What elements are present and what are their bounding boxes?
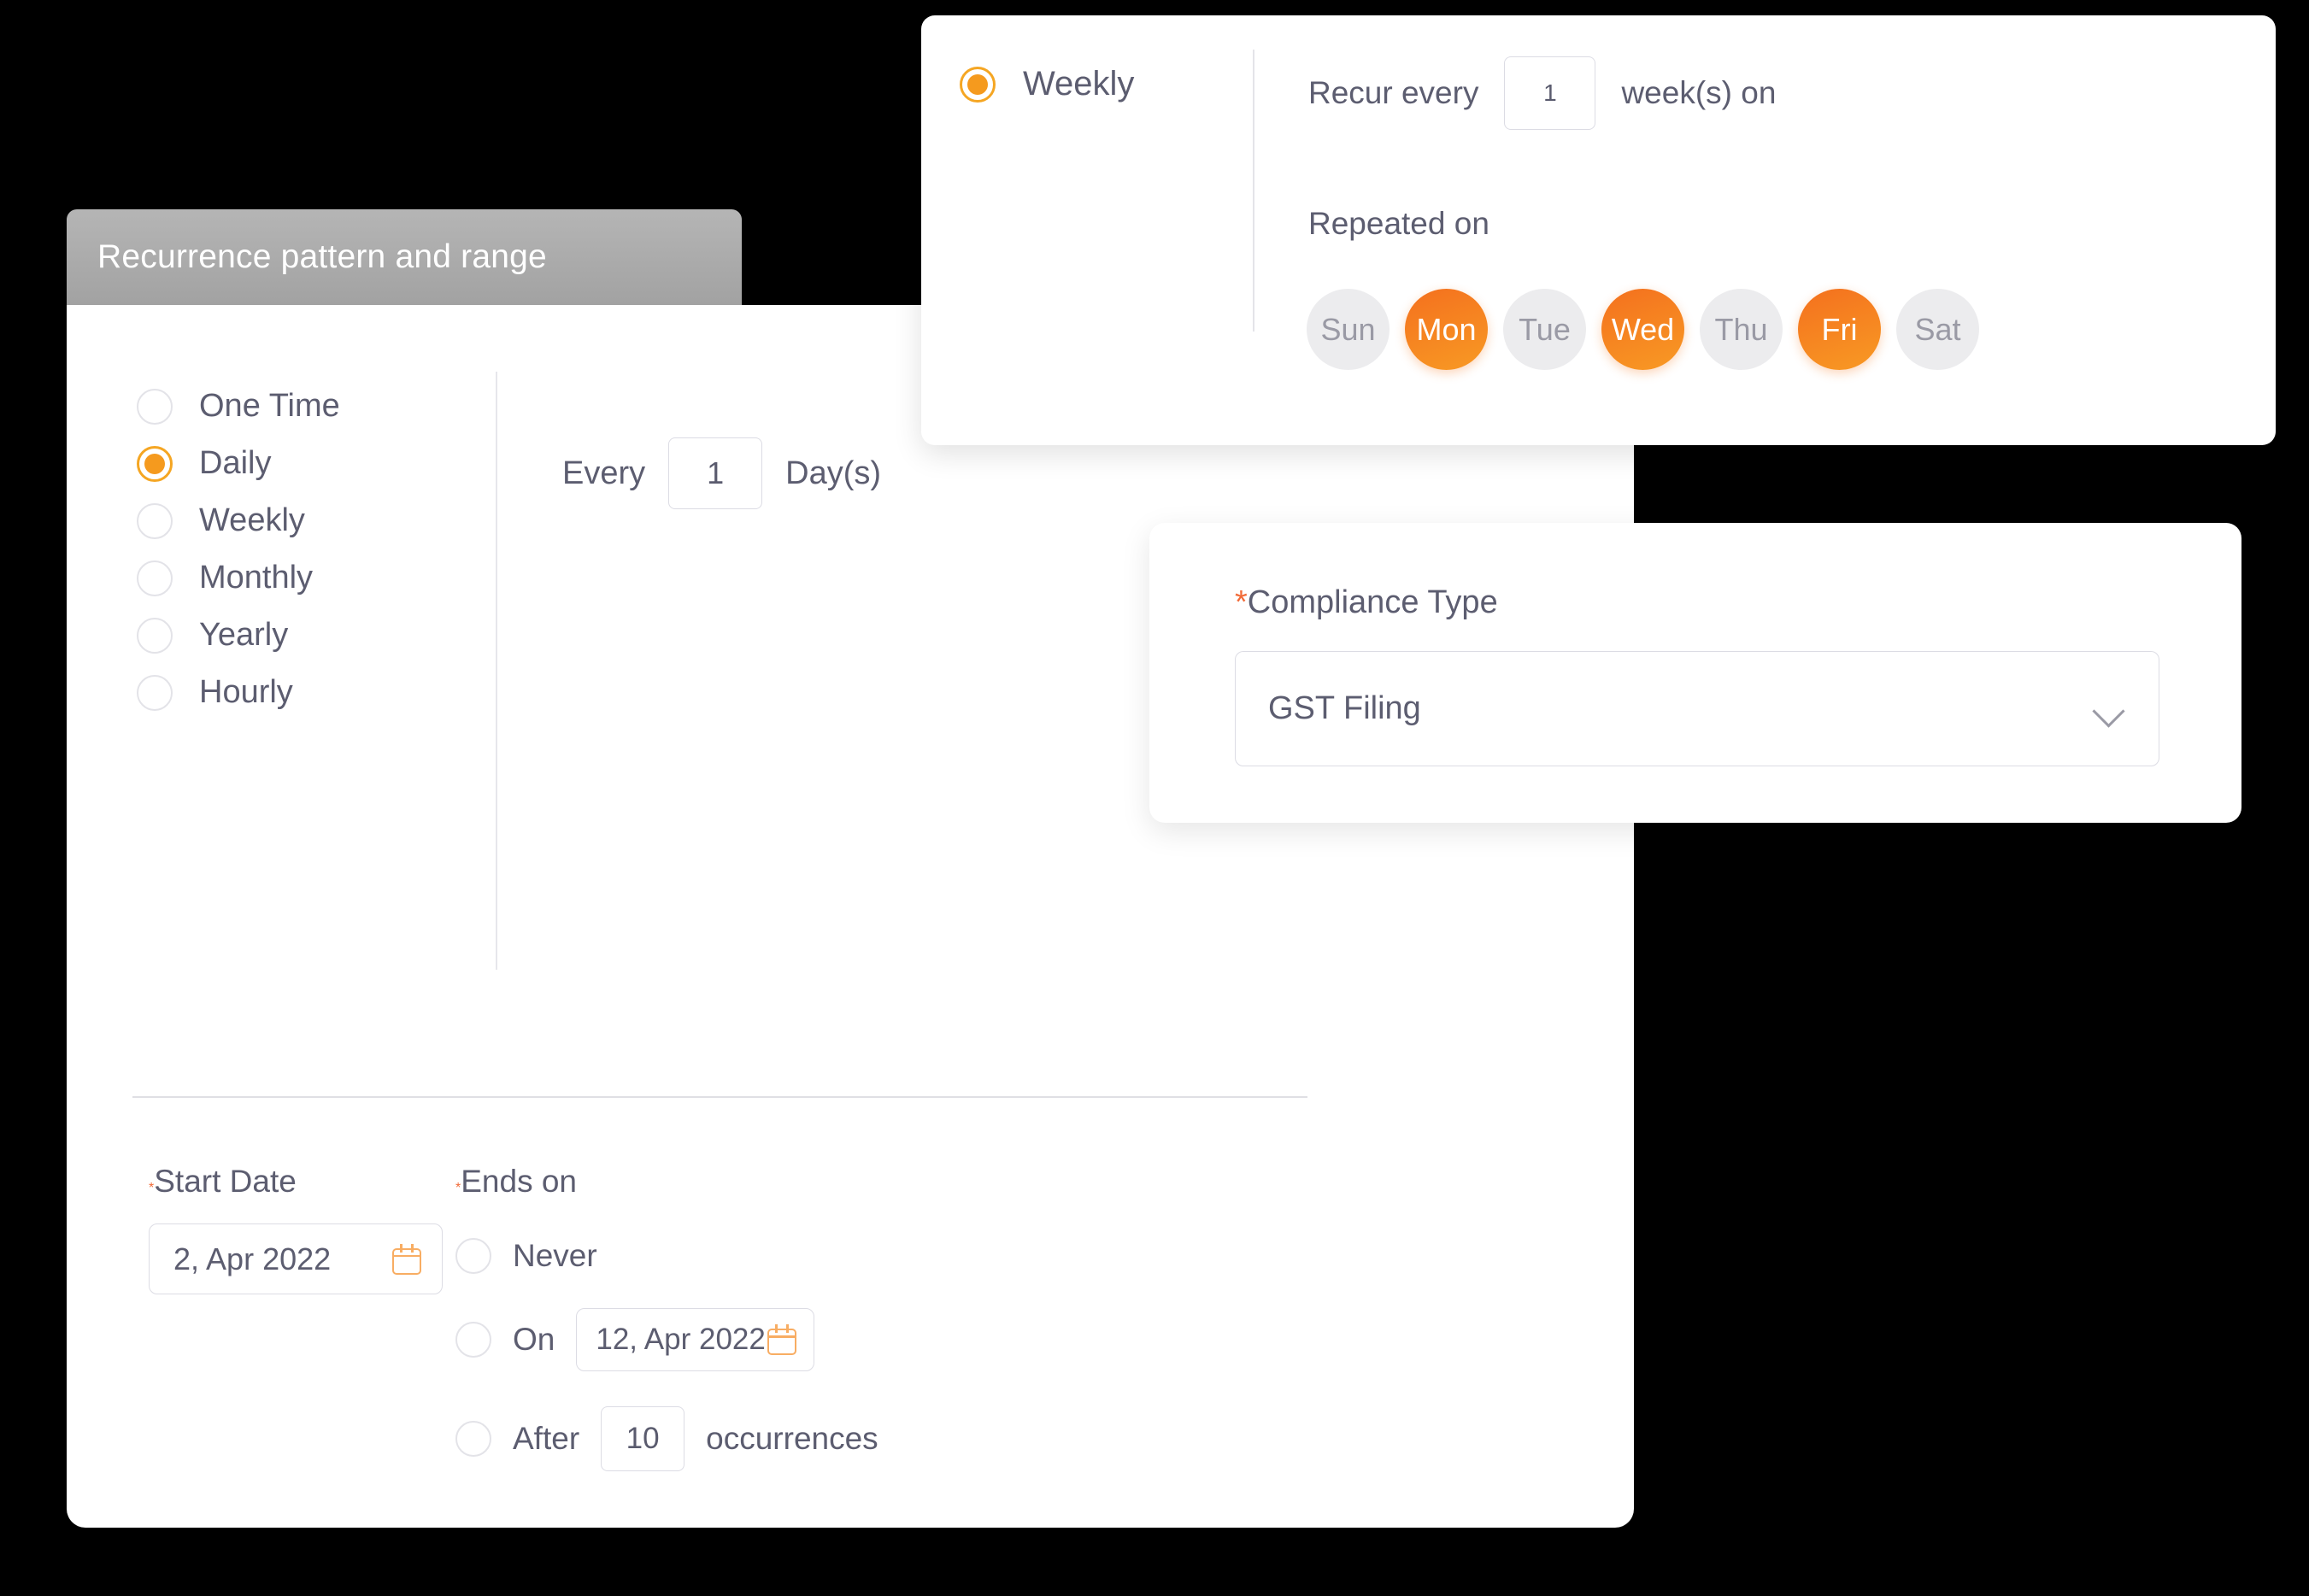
radio-label-daily: Daily <box>199 445 272 481</box>
day-chip-wed[interactable]: Wed <box>1601 289 1684 370</box>
compliance-type-label: Compliance Type <box>1247 584 1498 620</box>
radio-label-one-time: One Time <box>199 388 340 424</box>
recur-every-prefix-label: Recur every <box>1308 75 1479 110</box>
weekly-vertical-divider <box>1253 50 1254 332</box>
recur-every-suffix-label: week(s) on <box>1621 75 1777 110</box>
ends-on-date-input[interactable]: 12, Apr 2022 <box>576 1308 815 1371</box>
calendar-icon[interactable] <box>767 1324 797 1355</box>
every-interval-input[interactable]: 1 <box>668 437 763 509</box>
radio-option-weekly[interactable]: Weekly <box>137 492 496 549</box>
occurrences-suffix-label: occurrences <box>706 1421 878 1456</box>
recurrence-panel-body: One Time Daily Weekly Monthly Yearly Hou <box>67 305 1634 1528</box>
radio-option-ends-after[interactable]: After 10 occurrences <box>455 1405 878 1473</box>
radio-label-ends-on: On <box>513 1322 555 1357</box>
radio-indicator-ends-after[interactable] <box>455 1421 491 1457</box>
radio-indicator-one-time[interactable] <box>137 388 173 425</box>
radio-label-weekly: Weekly <box>199 502 305 538</box>
radio-option-weekly-card[interactable]: Weekly <box>960 65 1134 103</box>
radio-indicator-hourly[interactable] <box>137 674 173 711</box>
compliance-type-label-wrap: *Compliance Type <box>1235 584 1498 621</box>
day-chip-tue[interactable]: Tue <box>1503 289 1586 370</box>
radio-option-ends-on[interactable]: On 12, Apr 2022 <box>455 1306 878 1374</box>
radio-indicator-daily[interactable] <box>137 445 173 482</box>
radio-indicator-ends-never[interactable] <box>455 1238 491 1274</box>
weekly-recurrence-card: Weekly Recur every 1 week(s) on Repeated… <box>921 15 2276 445</box>
vertical-divider <box>496 372 497 970</box>
every-prefix-label: Every <box>562 455 646 491</box>
occurrences-input[interactable]: 10 <box>601 1406 685 1471</box>
horizontal-divider <box>132 1096 1307 1098</box>
radio-indicator-weekly[interactable] <box>137 502 173 539</box>
day-chip-sat[interactable]: Sat <box>1896 289 1979 370</box>
start-date-group: *Start Date 2, Apr 2022 <box>149 1164 443 1294</box>
panel-header-tab: Recurrence pattern and range <box>67 209 742 305</box>
radio-option-monthly[interactable]: Monthly <box>137 549 496 607</box>
page-title: Recurrence pattern and range <box>97 238 547 275</box>
repeated-on-label: Repeated on <box>1308 206 1489 241</box>
ends-on-label-wrap: *Ends on <box>455 1164 878 1200</box>
radio-label-ends-after: After <box>513 1421 580 1456</box>
radio-option-yearly[interactable]: Yearly <box>137 607 496 664</box>
start-date-label-wrap: *Start Date <box>149 1164 443 1200</box>
day-chip-thu[interactable]: Thu <box>1700 289 1783 370</box>
radio-label-hourly: Hourly <box>199 674 293 710</box>
day-of-week-selector: Sun Mon Tue Wed Thu Fri Sat <box>1307 289 1979 370</box>
day-chip-mon[interactable]: Mon <box>1405 289 1488 370</box>
calendar-icon[interactable] <box>392 1243 421 1275</box>
radio-indicator-weekly-card[interactable] <box>960 66 996 103</box>
compliance-type-select[interactable]: GST Filing <box>1235 651 2159 766</box>
radio-option-ends-never[interactable]: Never <box>455 1225 878 1287</box>
start-date-value: 2, Apr 2022 <box>173 1241 332 1276</box>
radio-label-ends-never: Never <box>513 1238 597 1273</box>
ends-on-group: *Ends on Never On 12, Apr 2022 After 10 … <box>455 1164 878 1473</box>
ends-on-label: Ends on <box>461 1164 578 1199</box>
required-asterisk-compliance-type: * <box>1235 584 1248 620</box>
radio-label-weekly-card: Weekly <box>1023 65 1135 103</box>
radio-indicator-ends-on[interactable] <box>455 1322 491 1358</box>
compliance-type-selected-value: GST Filing <box>1268 690 1421 726</box>
frequency-radio-group: One Time Daily Weekly Monthly Yearly Hou <box>137 378 496 721</box>
recur-every-input[interactable]: 1 <box>1504 56 1596 130</box>
every-suffix-label: Day(s) <box>785 455 882 491</box>
radio-option-daily[interactable]: Daily <box>137 435 496 492</box>
start-date-label: Start Date <box>154 1164 297 1199</box>
compliance-type-card: *Compliance Type GST Filing <box>1149 523 2241 823</box>
radio-indicator-monthly[interactable] <box>137 560 173 596</box>
radio-indicator-yearly[interactable] <box>137 617 173 654</box>
recur-every-row: Recur every 1 week(s) on <box>1308 56 1776 130</box>
radio-option-hourly[interactable]: Hourly <box>137 664 496 721</box>
start-date-input[interactable]: 2, Apr 2022 <box>149 1223 443 1294</box>
radio-label-monthly: Monthly <box>199 560 314 596</box>
day-chip-fri[interactable]: Fri <box>1798 289 1881 370</box>
radio-option-one-time[interactable]: One Time <box>137 378 496 435</box>
chevron-down-icon[interactable] <box>2094 700 2126 719</box>
ends-on-date-value: 12, Apr 2022 <box>596 1323 766 1356</box>
radio-label-yearly: Yearly <box>199 617 289 653</box>
day-chip-sun[interactable]: Sun <box>1307 289 1390 370</box>
every-interval-row: Every 1 Day(s) <box>562 437 881 509</box>
